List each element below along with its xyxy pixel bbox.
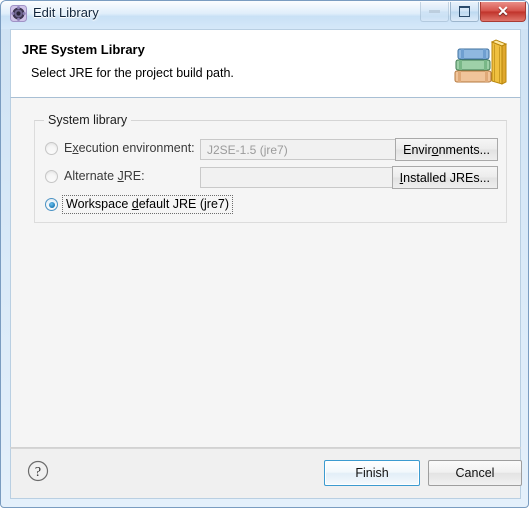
label-workspace-default-jre: Workspace default JRE (jre7) bbox=[62, 195, 234, 214]
svg-text:?: ? bbox=[35, 465, 41, 480]
dialog-window: Edit Library ✕ JRE System Library Select… bbox=[0, 0, 529, 508]
radio-alternate-jre[interactable] bbox=[45, 170, 58, 183]
label-execution-environment: Execution environment: bbox=[64, 141, 195, 155]
close-button[interactable]: ✕ bbox=[480, 2, 526, 22]
page-subtitle: Select JRE for the project build path. bbox=[31, 66, 234, 80]
installed-jres-button[interactable]: Installed JREs... bbox=[391, 166, 498, 189]
maximize-button[interactable] bbox=[450, 2, 479, 22]
window-controls: ✕ bbox=[420, 2, 526, 23]
minimize-button[interactable] bbox=[420, 2, 449, 22]
dialog-header: JRE System Library Select JRE for the pr… bbox=[10, 29, 521, 98]
dialog-content: System library Execution environment: J2… bbox=[10, 98, 521, 448]
combo-alternate-jre[interactable] bbox=[200, 167, 420, 188]
question-mark-icon[interactable]: ? bbox=[26, 459, 50, 483]
radio-workspace-default-jre[interactable] bbox=[45, 198, 58, 211]
dialog-footer: ? Finish Cancel bbox=[10, 448, 522, 499]
environments-button[interactable]: Envir o nments... bbox=[395, 138, 498, 161]
page-title: JRE System Library bbox=[22, 42, 145, 57]
row-alternate-jre: Alternate JRE: Installed JREs... bbox=[35, 166, 506, 189]
group-label: System library bbox=[44, 113, 132, 127]
combo-execution-environment[interactable]: J2SE-1.5 (jre7) bbox=[200, 139, 420, 160]
system-library-group: System library Execution environment: J2… bbox=[34, 113, 507, 223]
finish-button[interactable]: Finish bbox=[324, 460, 420, 486]
window-title: Edit Library bbox=[33, 5, 99, 20]
label-alternate-jre: Alternate JRE: bbox=[64, 169, 145, 183]
title-bar[interactable]: Edit Library ✕ bbox=[1, 1, 529, 27]
eclipse-library-icon bbox=[10, 5, 27, 22]
row-execution-environment: Execution environment: J2SE-1.5 (jre7) E… bbox=[35, 138, 506, 161]
radio-execution-environment[interactable] bbox=[45, 142, 58, 155]
combo-execution-environment-value: J2SE-1.5 (jre7) bbox=[207, 143, 288, 157]
books-stack-icon bbox=[450, 36, 508, 92]
row-workspace-default-jre: Workspace default JRE (jre7) bbox=[35, 194, 506, 216]
cancel-button[interactable]: Cancel bbox=[428, 460, 522, 486]
